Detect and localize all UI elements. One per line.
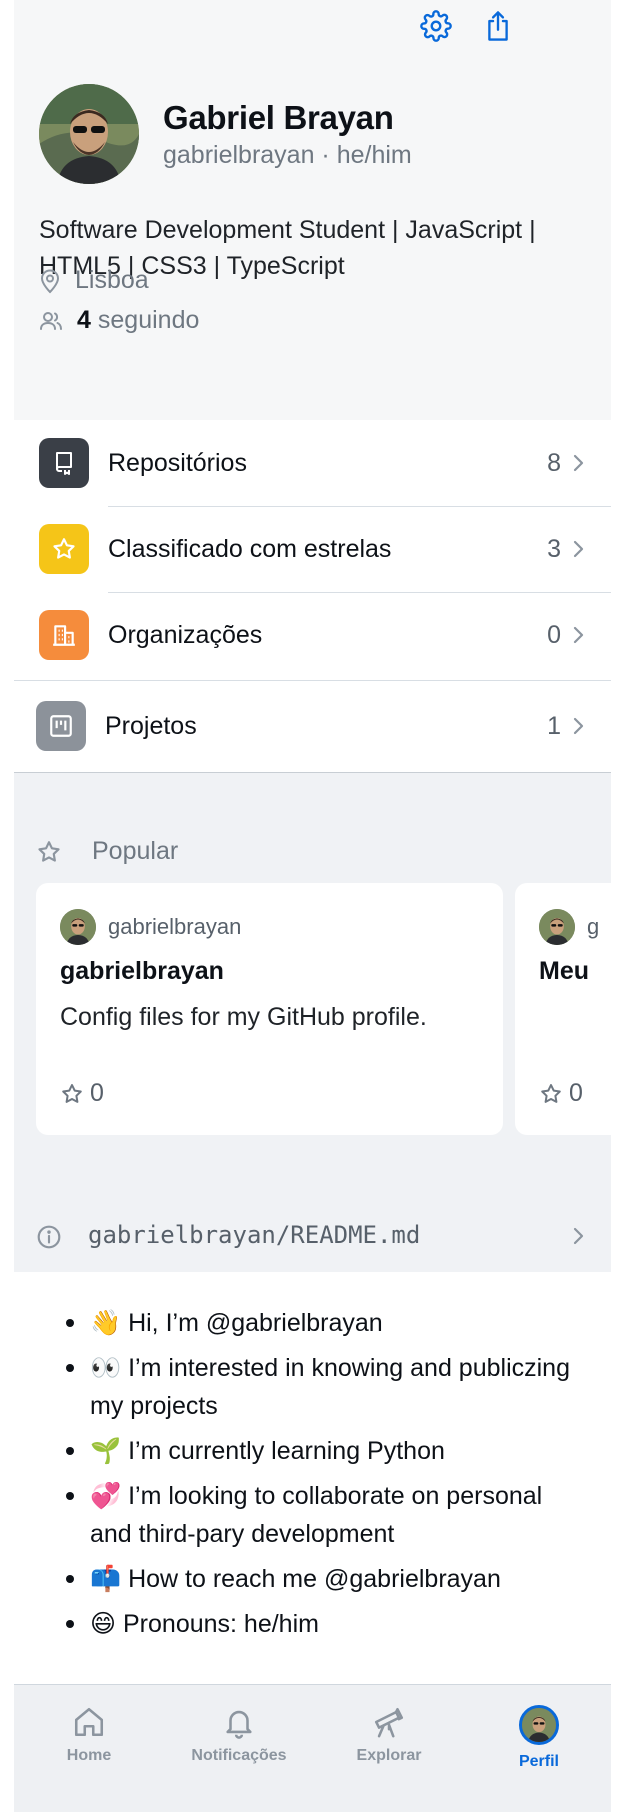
star-outline-icon: [62, 1083, 82, 1103]
profile-name: Gabriel Brayan: [163, 99, 394, 136]
tab-home[interactable]: Home: [24, 1705, 154, 1765]
chevron-right-icon: [573, 540, 584, 558]
repo-icon: [39, 438, 89, 488]
profile-header: Gabriel Brayan gabrielbrayan · he/him So…: [14, 0, 611, 420]
tab-label: Notificações: [191, 1747, 287, 1764]
project-icon: [36, 701, 86, 751]
card-description: Config files for my GitHub profile.: [60, 1003, 427, 1031]
menu-item-projects[interactable]: Projetos 1: [14, 682, 611, 770]
bell-icon: [226, 1710, 252, 1739]
popular-repo-card[interactable]: gabrielbrayan gabrielbrayan Config files…: [36, 883, 503, 1135]
info-icon: [37, 1225, 61, 1249]
readme-item: 📫 How to reach me @gabrielbrayan: [66, 1560, 590, 1598]
chevron-right-icon: [573, 454, 584, 472]
gear-icon: [420, 10, 452, 42]
share-button[interactable]: [478, 6, 518, 46]
card-star-count: 0: [90, 1079, 104, 1107]
menu-label: Organizações: [108, 620, 263, 649]
popular-header: Popular: [36, 837, 178, 866]
menu-item-starred[interactable]: Classificado com estrelas 3: [14, 506, 611, 592]
following-count: 4: [77, 306, 91, 334]
star-outline-icon: [38, 840, 60, 862]
card-title: gabrielbrayan: [60, 957, 224, 985]
menu-label: Classificado com estrelas: [108, 534, 392, 563]
menu-count: 8: [547, 448, 561, 477]
card-owner: gabrielbrayan: [60, 909, 241, 945]
card-title: Meu: [539, 957, 589, 985]
readme-header[interactable]: gabrielbrayan/README.md: [14, 1200, 611, 1272]
chevron-right-icon: [573, 1227, 584, 1245]
popular-title: Popular: [92, 837, 179, 865]
star-icon: [39, 524, 89, 574]
avatar: [539, 909, 575, 945]
readme-item: 🌱 I’m currently learning Python: [66, 1432, 590, 1470]
telescope-icon: [374, 1707, 404, 1738]
divider: [14, 680, 611, 681]
tab-label: Perfil: [518, 1753, 559, 1770]
readme-item: 😄 Pronouns: he/him: [66, 1605, 590, 1643]
tab-profile[interactable]: Perfil: [474, 1705, 604, 1771]
location-row: Lisboa: [39, 266, 149, 295]
following-row[interactable]: 4 seguindo: [39, 306, 199, 335]
star-outline-icon: [541, 1083, 561, 1103]
card-owner: g: [539, 909, 599, 945]
avatar: [60, 909, 96, 945]
profile-screen: Gabriel Brayan gabrielbrayan · he/him So…: [14, 0, 611, 1812]
menu-item-repositories[interactable]: Repositórios 8: [14, 420, 611, 506]
tab-explore[interactable]: Explorar: [324, 1705, 454, 1765]
chevron-right-icon: [573, 717, 584, 735]
profile-handle: gabrielbrayan · he/him: [163, 141, 412, 169]
tab-bar: Home Notificações Explorar Perfil: [14, 1684, 611, 1812]
readme-content: 👋 Hi, I’m @gabrielbrayan 👀 I’m intereste…: [14, 1272, 611, 1682]
home-icon: [74, 1707, 104, 1737]
card-owner-name: g: [587, 914, 600, 939]
location-pin-icon: [40, 269, 60, 293]
following-label: seguindo: [97, 306, 200, 334]
readme-item: 👋 Hi, I’m @gabrielbrayan: [66, 1304, 590, 1342]
readme-list: 👋 Hi, I’m @gabrielbrayan 👀 I’m intereste…: [66, 1304, 590, 1650]
readme-item: 💞️ I’m looking to collaborate on persona…: [66, 1477, 590, 1553]
chevron-right-icon: [573, 626, 584, 644]
card-stars: 0: [60, 1079, 104, 1108]
share-icon: [488, 11, 508, 41]
tab-label: Explorar: [356, 1747, 422, 1764]
card-stars: 0: [539, 1079, 583, 1108]
location-text: Lisboa: [75, 266, 149, 294]
menu-label: Repositórios: [108, 448, 247, 477]
readme-item: 👀 I’m interested in knowing and publiczi…: [66, 1349, 590, 1425]
card-star-count: 0: [569, 1079, 583, 1107]
menu-count: 3: [547, 534, 561, 563]
avatar: [519, 1705, 559, 1745]
readme-title: gabrielbrayan/README.md: [88, 1221, 421, 1249]
avatar[interactable]: [39, 84, 139, 184]
tab-label: Home: [66, 1747, 112, 1764]
popular-repo-card[interactable]: g Meu 0: [515, 883, 611, 1135]
menu-count: 1: [547, 711, 561, 740]
menu-count: 0: [547, 620, 561, 649]
organization-icon: [39, 610, 89, 660]
people-icon: [40, 311, 62, 330]
menu-label: Projetos: [105, 711, 197, 740]
card-owner-name: gabrielbrayan: [108, 914, 242, 939]
settings-button[interactable]: [416, 6, 456, 46]
tab-notifications[interactable]: Notificações: [174, 1705, 304, 1765]
menu-item-organizations[interactable]: Organizações 0: [14, 592, 611, 678]
